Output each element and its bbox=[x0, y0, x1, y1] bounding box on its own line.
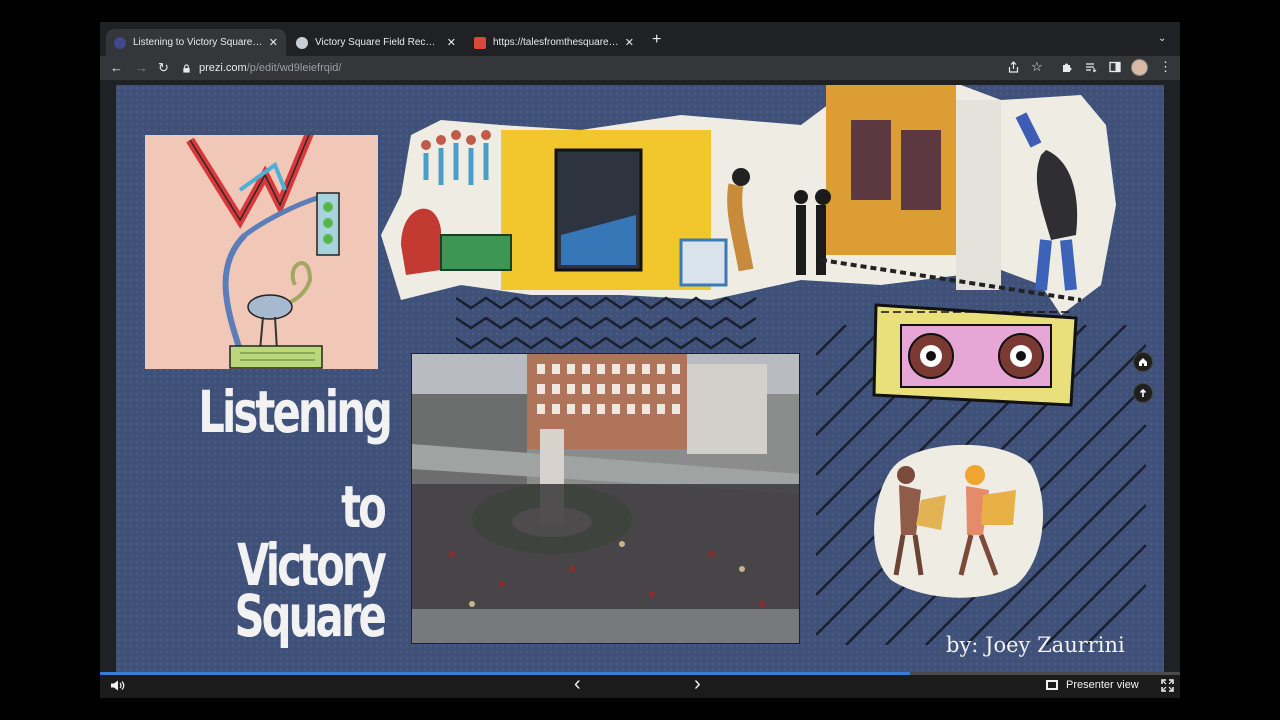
close-tab-icon[interactable]: ✕ bbox=[269, 36, 278, 49]
close-tab-icon[interactable]: ✕ bbox=[447, 36, 456, 49]
site-favicon-icon bbox=[474, 36, 486, 49]
forward-button[interactable]: → bbox=[135, 60, 148, 75]
close-tab-icon[interactable]: ✕ bbox=[625, 36, 634, 49]
wordpress-favicon-icon bbox=[296, 36, 308, 49]
side-panel-icon[interactable] bbox=[1109, 61, 1121, 73]
previous-step-button[interactable]: ‹ bbox=[574, 673, 581, 696]
boombox-illustration bbox=[872, 303, 1078, 407]
kebab-menu-icon[interactable]: ⋮ bbox=[1159, 59, 1172, 75]
reading-list-icon[interactable] bbox=[1085, 61, 1097, 73]
tab-victory-square-field-recordings[interactable]: Victory Square Field Recordings ✕ bbox=[288, 29, 464, 56]
author-byline: by: Joey Zaurrini bbox=[946, 633, 1125, 657]
next-step-button[interactable]: › bbox=[694, 673, 701, 696]
presenter-view-button[interactable]: Presenter view bbox=[1046, 679, 1139, 691]
tab-title: Victory Square Field Recordings bbox=[315, 37, 441, 48]
new-tab-button[interactable]: + bbox=[652, 31, 661, 49]
fullscreen-icon[interactable] bbox=[1161, 679, 1174, 692]
progress-bar-fill bbox=[100, 672, 910, 675]
prezi-canvas[interactable]: Listening to Victory Square by: Joey Zau… bbox=[116, 85, 1164, 672]
presentation-title-line-1: Listening bbox=[198, 378, 393, 446]
tab-bar: Listening to Victory Square | Pr ✕ Victo… bbox=[100, 22, 1180, 56]
crowd-photo-image bbox=[412, 354, 799, 643]
presentation-title-line-2: to Victory bbox=[237, 473, 387, 599]
return-button[interactable] bbox=[1133, 383, 1153, 403]
home-icon bbox=[1139, 358, 1147, 366]
back-button[interactable]: ← bbox=[110, 60, 123, 75]
address-toolbar: ← → ↻ prezi.com /p/edit/wd9leiefrqid/ ☆ bbox=[100, 56, 1180, 80]
home-button[interactable] bbox=[1133, 352, 1153, 372]
extensions-puzzle-icon[interactable] bbox=[1061, 61, 1073, 73]
prezi-favicon-icon bbox=[114, 36, 126, 49]
progress-bar-track bbox=[910, 672, 1180, 675]
speaker-icon[interactable] bbox=[110, 680, 126, 691]
tab-listening-to-victory-square[interactable]: Listening to Victory Square | Pr ✕ bbox=[106, 29, 286, 56]
logo-illustration bbox=[145, 135, 378, 369]
two-figures-illustration bbox=[874, 444, 1043, 598]
browser-window: Listening to Victory Square | Pr ✕ Victo… bbox=[100, 22, 1180, 698]
prezi-bottom-bar: ‹ › Presenter view bbox=[100, 672, 1180, 698]
tab-title: https://talesfromthesquare.com bbox=[493, 37, 619, 48]
presentation-title-line-3: Square bbox=[234, 582, 386, 650]
address-bar[interactable]: prezi.com /p/edit/wd9leiefrqid/ bbox=[182, 58, 1040, 78]
presenter-view-label: Presenter view bbox=[1066, 679, 1139, 691]
zigzag-decoration bbox=[456, 296, 756, 350]
url-path: /p/edit/wd9leiefrqid/ bbox=[246, 62, 342, 74]
lock-icon[interactable] bbox=[182, 63, 191, 73]
victory-square-crowd-photo bbox=[411, 353, 800, 644]
share-icon[interactable] bbox=[1008, 61, 1019, 73]
tab-talesfromthesquare[interactable]: https://talesfromthesquare.com ✕ bbox=[466, 29, 642, 56]
reload-button[interactable]: ↻ bbox=[158, 60, 169, 76]
tab-search-chevron-icon[interactable]: ⌄ bbox=[1158, 33, 1166, 44]
presenter-view-icon bbox=[1046, 680, 1058, 690]
return-icon bbox=[1139, 388, 1147, 397]
url-host: prezi.com bbox=[199, 62, 247, 74]
bookmark-star-icon[interactable]: ☆ bbox=[1031, 59, 1043, 75]
tab-title: Listening to Victory Square | Pr bbox=[133, 37, 263, 48]
profile-avatar[interactable] bbox=[1131, 59, 1148, 76]
